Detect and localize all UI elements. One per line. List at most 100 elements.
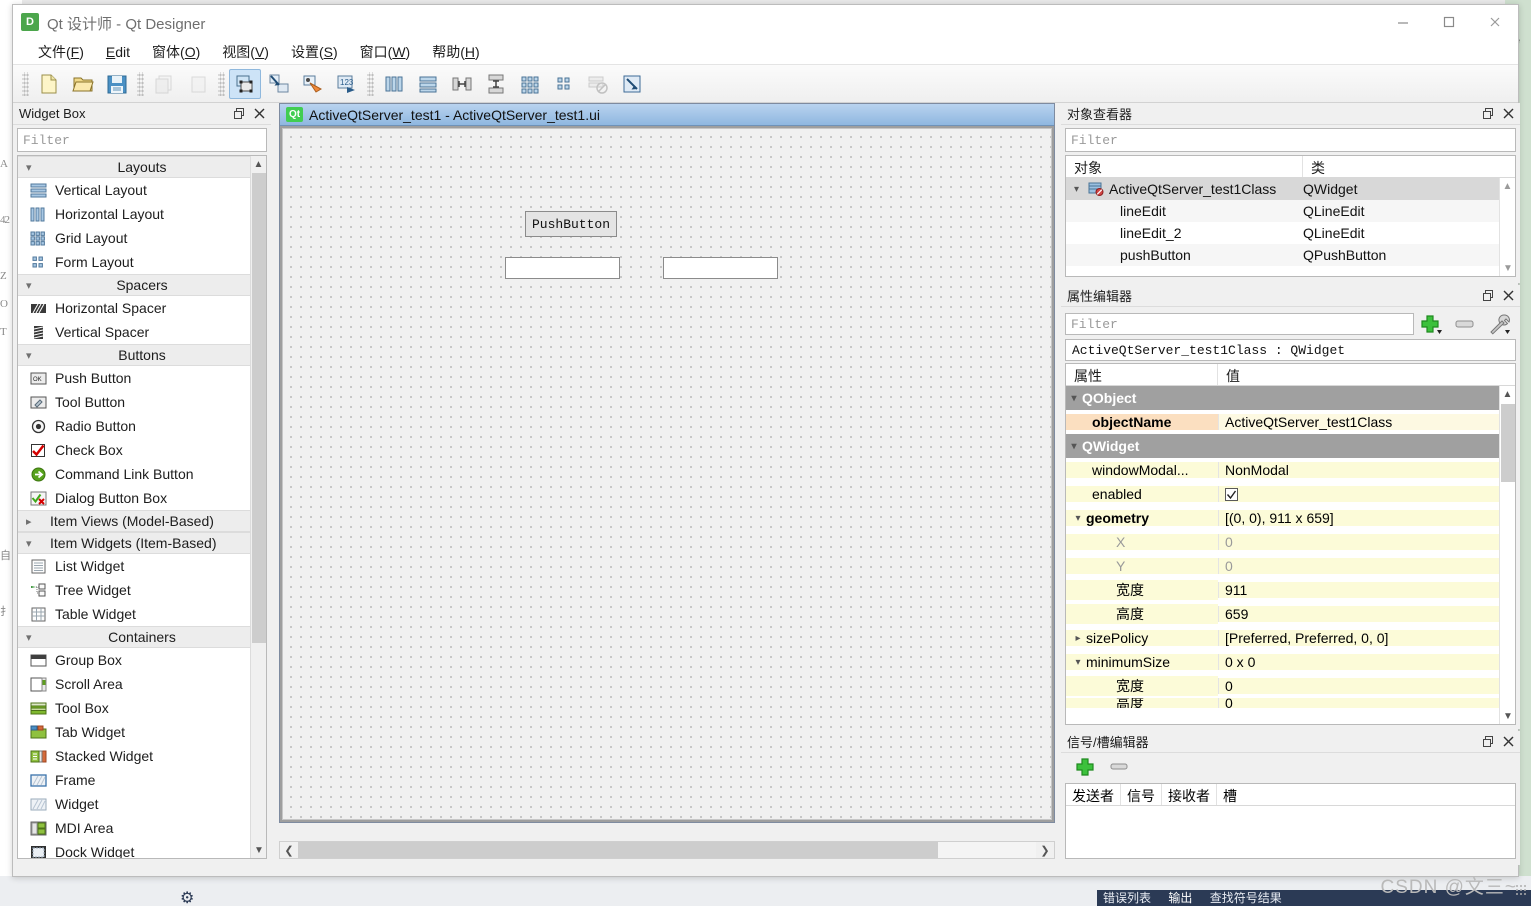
column-property[interactable]: 属性 [1066,364,1218,385]
wrench-icon[interactable] [1482,311,1516,337]
layout-in-splitter-vertical-icon[interactable] [480,69,512,99]
menu-help[interactable]: 帮助(H) [421,40,490,64]
toolbar-grip-4[interactable] [367,72,374,96]
property-value[interactable]: [Preferred, Preferred, 0, 0] [1218,630,1515,646]
chevron-down-icon[interactable]: ▾ [1066,393,1082,404]
widget-item-stacked-widget[interactable]: Stacked Widget [18,744,266,768]
close-icon[interactable] [1472,5,1518,39]
widget-item-vertical-layout[interactable]: Vertical Layout [18,178,266,202]
property-value[interactable]: NonModal [1218,462,1515,478]
column-value[interactable]: 值 [1218,364,1515,385]
property-group-qwidget[interactable]: ▾ QWidget [1066,434,1515,458]
column-signal[interactable]: 信号 [1121,784,1162,805]
open-form-icon[interactable] [67,69,99,99]
property-value[interactable]: 659 [1218,606,1515,622]
widget-item-radio-button[interactable]: Radio Button [18,414,266,438]
property-row-enabled[interactable]: enabled [1066,482,1515,506]
property-editor-filter-input[interactable]: Filter [1065,313,1414,335]
undock-icon[interactable] [229,105,249,123]
maximize-icon[interactable] [1426,5,1472,39]
edit-signals-slots-icon[interactable] [263,69,295,99]
chevron-right-icon[interactable]: ▸ [1070,633,1086,644]
checkbox-checked-icon[interactable] [1225,486,1238,502]
menu-window[interactable]: 窗口(W) [349,40,422,64]
menu-file[interactable]: 文件(F) [27,40,95,64]
column-class[interactable]: 类 [1303,156,1515,177]
column-object[interactable]: 对象 [1066,156,1303,177]
widget-item-horizontal-spacer[interactable]: Horizontal Spacer [18,296,266,320]
layout-form-icon[interactable] [548,69,580,99]
new-form-icon[interactable] [33,69,65,99]
property-value[interactable]: 0 [1218,558,1515,574]
property-row-minimumsize[interactable]: ▾minimumSize 0 x 0 [1066,650,1515,674]
toolbar-grip-3[interactable] [218,72,225,96]
undock-icon[interactable] [1478,105,1498,123]
menu-form[interactable]: 窗体(O) [141,40,211,64]
property-editor-table[interactable]: 属性 值 ▾ QObject objectName ActiveQtServer… [1065,363,1516,725]
widget-box-scrollbar[interactable]: ▲ ▼ [250,156,266,858]
table-row[interactable]: ▾ ActiveQtServer_test1Class QWidget [1066,178,1515,200]
edit-widgets-icon[interactable] [229,69,261,99]
property-row-minimumsize-width[interactable]: 宽度 0 [1066,674,1515,698]
add-plus-icon[interactable] [1075,757,1097,780]
property-group-qobject[interactable]: ▾ QObject [1066,386,1515,410]
property-value[interactable] [1218,486,1515,502]
property-value[interactable]: 0 [1218,698,1515,708]
widget-item-dock-widget[interactable]: Dock Widget [18,840,266,859]
scroll-down-icon[interactable]: ▼ [1500,708,1516,724]
widget-item-push-button[interactable]: OK Push Button [18,366,266,390]
column-sender[interactable]: 发送者 [1066,784,1121,805]
widget-item-scroll-area[interactable]: Scroll Area [18,672,266,696]
widget-item-tab-widget[interactable]: Tab Widget [18,720,266,744]
scroll-up-icon[interactable]: ▲ [1500,178,1515,194]
chevron-right-icon[interactable]: ❯ [1036,844,1054,857]
chevron-down-icon[interactable]: ▾ [1070,513,1086,524]
layout-in-splitter-horizontal-icon[interactable] [446,69,478,99]
object-inspector-tree[interactable]: 对象 类 ▾ ActiveQtServer_test1Class QWidget [1065,155,1516,277]
property-value[interactable]: 0 [1218,678,1515,694]
widget-item-frame[interactable]: Frame [18,768,266,792]
save-form-icon[interactable] [101,69,133,99]
object-inspector-filter-input[interactable]: Filter [1065,128,1516,152]
scroll-up-icon[interactable]: ▲ [251,156,266,172]
close-icon[interactable] [1498,105,1518,123]
widget-category-layouts[interactable]: ▾ Layouts [18,156,266,178]
property-value[interactable]: ActiveQtServer_test1Class [1218,414,1515,430]
widget-item-vertical-spacer[interactable]: Vertical Spacer [18,320,266,344]
form-push-button[interactable]: PushButton [525,211,617,237]
layout-grid-icon[interactable] [514,69,546,99]
remove-minus-icon[interactable] [1109,757,1131,780]
widget-item-form-layout[interactable]: Form Layout [18,250,266,274]
close-icon[interactable] [1498,733,1518,751]
form-line-edit-1[interactable] [505,257,620,279]
property-row-geometry[interactable]: ▾geometry [(0, 0), 911 x 659] [1066,506,1515,530]
widget-item-tool-button[interactable]: Tool Button [18,390,266,414]
widget-item-mdi-area[interactable]: MDI Area [18,816,266,840]
toolbar-grip[interactable] [22,72,29,96]
property-value[interactable]: [(0, 0), 911 x 659] [1218,510,1515,526]
minimize-icon[interactable] [1380,5,1426,39]
property-value[interactable]: 0 [1218,534,1515,550]
widget-box-list[interactable]: ▾ Layouts Vertical Layout Horizontal L [17,155,267,859]
widget-item-check-box[interactable]: Check Box [18,438,266,462]
chevron-down-icon[interactable]: ▾ [1066,441,1082,452]
menu-view[interactable]: 视图(V) [211,40,280,64]
widget-item-list-widget[interactable]: List Widget [18,554,266,578]
scroll-down-icon[interactable]: ▼ [1500,260,1516,276]
property-value[interactable]: 0 x 0 [1218,654,1515,670]
chevron-down-icon[interactable]: ▾ [1074,184,1088,195]
widget-category-item-widgets[interactable]: ▾ Item Widgets (Item-Based) [18,532,266,554]
resize-grip-icon[interactable] [1515,884,1527,896]
property-row-geometry-height[interactable]: 高度 659 [1066,602,1515,626]
table-row[interactable]: lineEdit_2 QLineEdit [1066,222,1515,244]
edit-buddies-icon[interactable] [297,69,329,99]
property-row-geometry-x[interactable]: X 0 [1066,530,1515,554]
scrollbar-thumb[interactable] [252,173,266,643]
widget-box-filter-input[interactable]: Filter [17,128,267,152]
hscroll-thumb[interactable] [298,842,938,858]
menu-edit[interactable]: Edit [95,42,141,62]
widget-item-table-widget[interactable]: Table Widget [18,602,266,626]
form-canvas[interactable]: PushButton [282,128,1052,820]
widget-item-dialog-button-box[interactable]: Dialog Button Box [18,486,266,510]
property-row-geometry-width[interactable]: 宽度 911 [1066,578,1515,602]
